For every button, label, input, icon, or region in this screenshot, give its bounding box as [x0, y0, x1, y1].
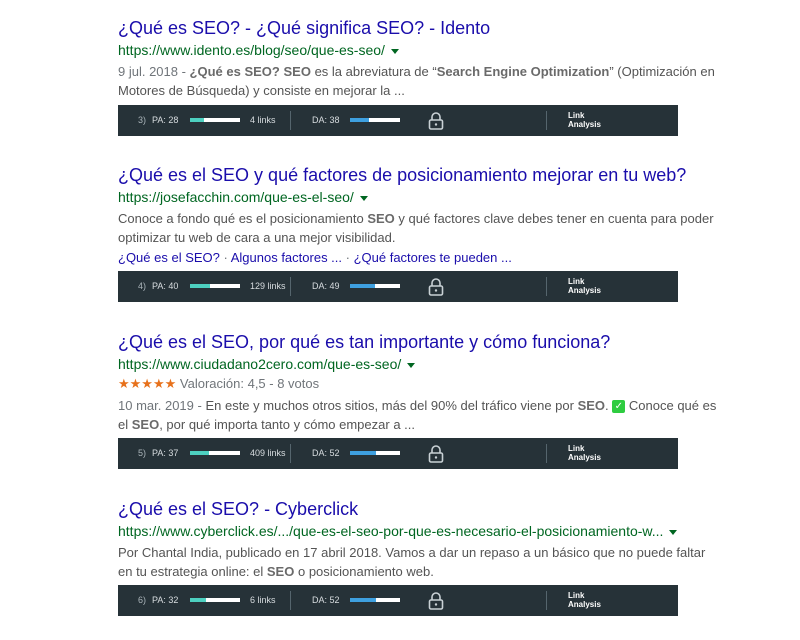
result-snippet: Por Chantal India, publicado en 17 abril…	[118, 545, 706, 579]
lock-icon[interactable]	[428, 445, 444, 463]
moz-pa-bar	[190, 598, 240, 602]
moz-divider	[290, 591, 291, 610]
url-dropdown-arrow-icon[interactable]	[390, 48, 399, 54]
moz-divider	[546, 444, 547, 463]
result-url: https://www.idento.es/blog/seo/que-es-se…	[118, 41, 718, 59]
moz-pa-bar	[190, 284, 240, 288]
moz-divider	[546, 111, 547, 130]
result-url-text: https://josefacchin.com/que-es-el-seo/	[118, 189, 354, 205]
moz-rank: 3)	[138, 115, 147, 125]
sitelink-separator: ·	[342, 250, 354, 265]
moz-pa-bar	[190, 451, 240, 455]
result-url-text: https://www.ciudadano2cero.com/que-es-se…	[118, 356, 402, 372]
moz-links-count[interactable]: 409 links	[250, 438, 286, 469]
moz-pa-label: PA: 28	[152, 115, 179, 125]
result-url-text: https://www.idento.es/blog/seo/que-es-se…	[118, 42, 385, 58]
moz-pa-label: PA: 37	[152, 448, 179, 458]
mozbar: 5) PA: 37 409 links DA: 52 Link Analysis	[118, 438, 678, 469]
result-title-link[interactable]: ¿Qué es el SEO, por qué es tan important…	[118, 331, 718, 353]
moz-divider	[290, 444, 291, 463]
moz-links-count[interactable]: 6 links	[250, 585, 276, 616]
link-analysis-button[interactable]: Link Analysis	[568, 444, 601, 462]
moz-links-count[interactable]: 4 links	[250, 105, 276, 136]
result-url: https://josefacchin.com/que-es-el-seo/	[118, 188, 718, 206]
rating-text: Valoración: 4,5 - 8 votos	[179, 376, 320, 391]
result-title-link[interactable]: ¿Qué es el SEO y qué factores de posicio…	[118, 164, 718, 186]
search-result: ¿Qué es SEO? - ¿Qué significa SEO? - Ide…	[118, 17, 718, 100]
moz-rank: 4)	[138, 281, 147, 291]
link-analysis-button[interactable]: Link Analysis	[568, 591, 601, 609]
result-snippet: 9 jul. 2018 - ¿Qué es SEO? SEO es la abr…	[118, 64, 715, 98]
result-title-link[interactable]: ¿Qué es SEO? - ¿Qué significa SEO? - Ide…	[118, 17, 718, 39]
url-dropdown-arrow-icon[interactable]	[669, 529, 678, 535]
search-result: ¿Qué es el SEO? - Cyberclick https://www…	[118, 498, 718, 581]
moz-da-label: DA: 52	[312, 595, 340, 605]
moz-divider	[290, 111, 291, 130]
result-snippet: Conoce a fondo qué es el posicionamiento…	[118, 211, 714, 245]
sitelink[interactable]: ¿Qué es el SEO?	[118, 250, 220, 265]
search-result: ¿Qué es el SEO y qué factores de posicio…	[118, 164, 718, 267]
mozbar: 4) PA: 40 129 links DA: 49 Link Analysis	[118, 271, 678, 302]
moz-da-bar	[350, 118, 400, 122]
moz-divider	[546, 277, 547, 296]
result-snippet: 10 mar. 2019 - En este y muchos otros si…	[118, 398, 717, 432]
moz-da-label: DA: 38	[312, 115, 340, 125]
lock-icon[interactable]	[428, 592, 444, 610]
lock-icon[interactable]	[428, 112, 444, 130]
moz-rank: 6)	[138, 595, 147, 605]
result-rating: ★★★★★ Valoración: 4,5 - 8 votos	[118, 375, 718, 393]
mozbar: 6) PA: 32 6 links DA: 52 Link Analysis	[118, 585, 678, 616]
mozbar: 3) PA: 28 4 links DA: 38 Link Analysis	[118, 105, 678, 136]
lock-icon[interactable]	[428, 278, 444, 296]
result-url-text: https://www.cyberclick.es/.../que-es-el-…	[118, 523, 664, 539]
result-url: https://www.cyberclick.es/.../que-es-el-…	[118, 522, 718, 540]
sitelink[interactable]: ¿Qué factores te pueden ...	[354, 250, 512, 265]
url-dropdown-arrow-icon[interactable]	[407, 362, 416, 368]
link-analysis-button[interactable]: Link Analysis	[568, 277, 601, 295]
moz-da-label: DA: 49	[312, 281, 340, 291]
moz-da-label: DA: 52	[312, 448, 340, 458]
moz-rank: 5)	[138, 448, 147, 458]
search-result: ¿Qué es el SEO, por qué es tan important…	[118, 331, 718, 434]
result-url: https://www.ciudadano2cero.com/que-es-se…	[118, 355, 718, 373]
sitelink-separator: ·	[219, 250, 231, 265]
moz-pa-bar	[190, 118, 240, 122]
result-title-link[interactable]: ¿Qué es el SEO? - Cyberclick	[118, 498, 718, 520]
url-dropdown-arrow-icon[interactable]	[359, 195, 368, 201]
moz-divider	[290, 277, 291, 296]
moz-da-bar	[350, 451, 400, 455]
moz-links-count[interactable]: 129 links	[250, 271, 286, 302]
link-analysis-button[interactable]: Link Analysis	[568, 111, 601, 129]
moz-pa-label: PA: 32	[152, 595, 179, 605]
moz-da-bar	[350, 284, 400, 288]
sitelink[interactable]: Algunos factores ...	[231, 250, 342, 265]
moz-da-bar	[350, 598, 400, 602]
rating-stars-icon: ★★★★★	[118, 376, 177, 391]
result-sitelinks: ¿Qué es el SEO? · Algunos factores ... ·…	[118, 249, 718, 267]
moz-divider	[546, 591, 547, 610]
moz-pa-label: PA: 40	[152, 281, 179, 291]
